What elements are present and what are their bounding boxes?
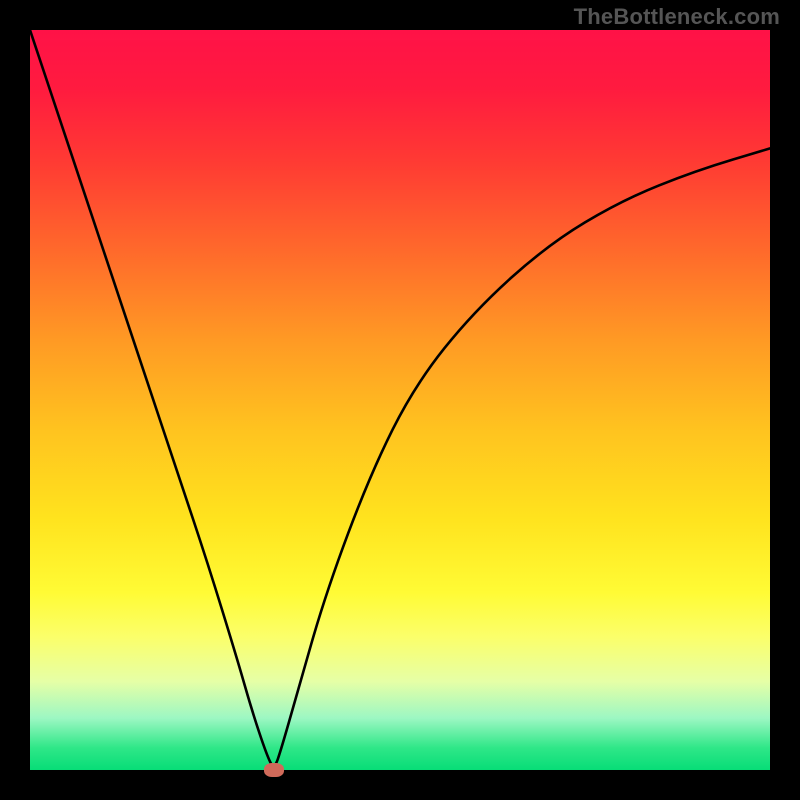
watermark-text: TheBottleneck.com (574, 4, 780, 30)
nadir-marker (264, 763, 284, 777)
bottleneck-curve (30, 30, 770, 766)
chart-frame: TheBottleneck.com (0, 0, 800, 800)
curve-layer (30, 30, 770, 770)
plot-area (30, 30, 770, 770)
